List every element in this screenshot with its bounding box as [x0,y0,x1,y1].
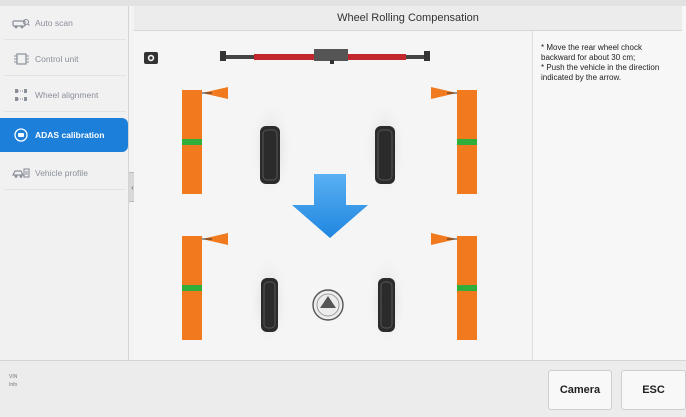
rear-left-target [182,233,228,340]
sidebar-item-label: Auto scan [35,17,73,28]
rear-right-target [431,233,477,340]
sidebar-item-label: Control unit [35,53,79,64]
control-unit-icon [12,52,30,66]
car-scan-icon [12,16,30,30]
sidebar: Auto scan Control unit Wheel alignment A… [0,6,129,360]
calibration-diagram [134,31,532,360]
sidebar-item-vehicle-profile[interactable]: Vehicle profile [4,156,126,190]
sidebar-item-label: ADAS calibration [35,130,105,140]
instruction-step-2: * Push the vehicle in the direction indi… [541,63,660,82]
wheel-alignment-icon [12,88,30,102]
sidebar-item-control-unit[interactable]: Control unit [4,42,126,76]
front-left-target [182,87,228,194]
camera-icon[interactable] [144,52,158,64]
rear-right-wheel [367,255,407,347]
front-right-target [431,87,477,194]
info-label: Info [9,382,18,388]
front-right-wheel [363,99,407,199]
calibration-crossbar [220,49,430,64]
instruction-step-1: * Move the rear wheel chock backward for… [541,43,642,62]
instruction-text: * Move the rear wheel chock backward for… [532,31,682,360]
main-panel: Wheel Rolling Compensation * Move the re… [134,6,686,360]
camera-button[interactable]: Camera [548,370,612,410]
sidebar-item-auto-scan[interactable]: Auto scan [4,6,126,40]
sidebar-item-label: Wheel alignment [35,89,99,100]
front-left-wheel [249,99,293,199]
sidebar-item-wheel-alignment[interactable]: Wheel alignment [4,78,126,112]
sidebar-item-label: Vehicle profile [35,167,88,178]
bottom-toolbar: VIN Info Camera ESC [0,360,686,417]
rear-left-wheel [249,255,289,347]
esc-button[interactable]: ESC [621,370,686,410]
page-title: Wheel Rolling Compensation [134,6,682,31]
arrow-down-icon [292,174,368,238]
adas-icon [12,128,30,142]
vehicle-profile-icon [12,166,30,180]
vin-info: VIN Info [9,373,17,389]
sidebar-item-adas-calibration[interactable]: ADAS calibration [0,118,128,152]
vin-label: VIN [9,374,18,380]
vehicle-center-icon [312,289,344,321]
